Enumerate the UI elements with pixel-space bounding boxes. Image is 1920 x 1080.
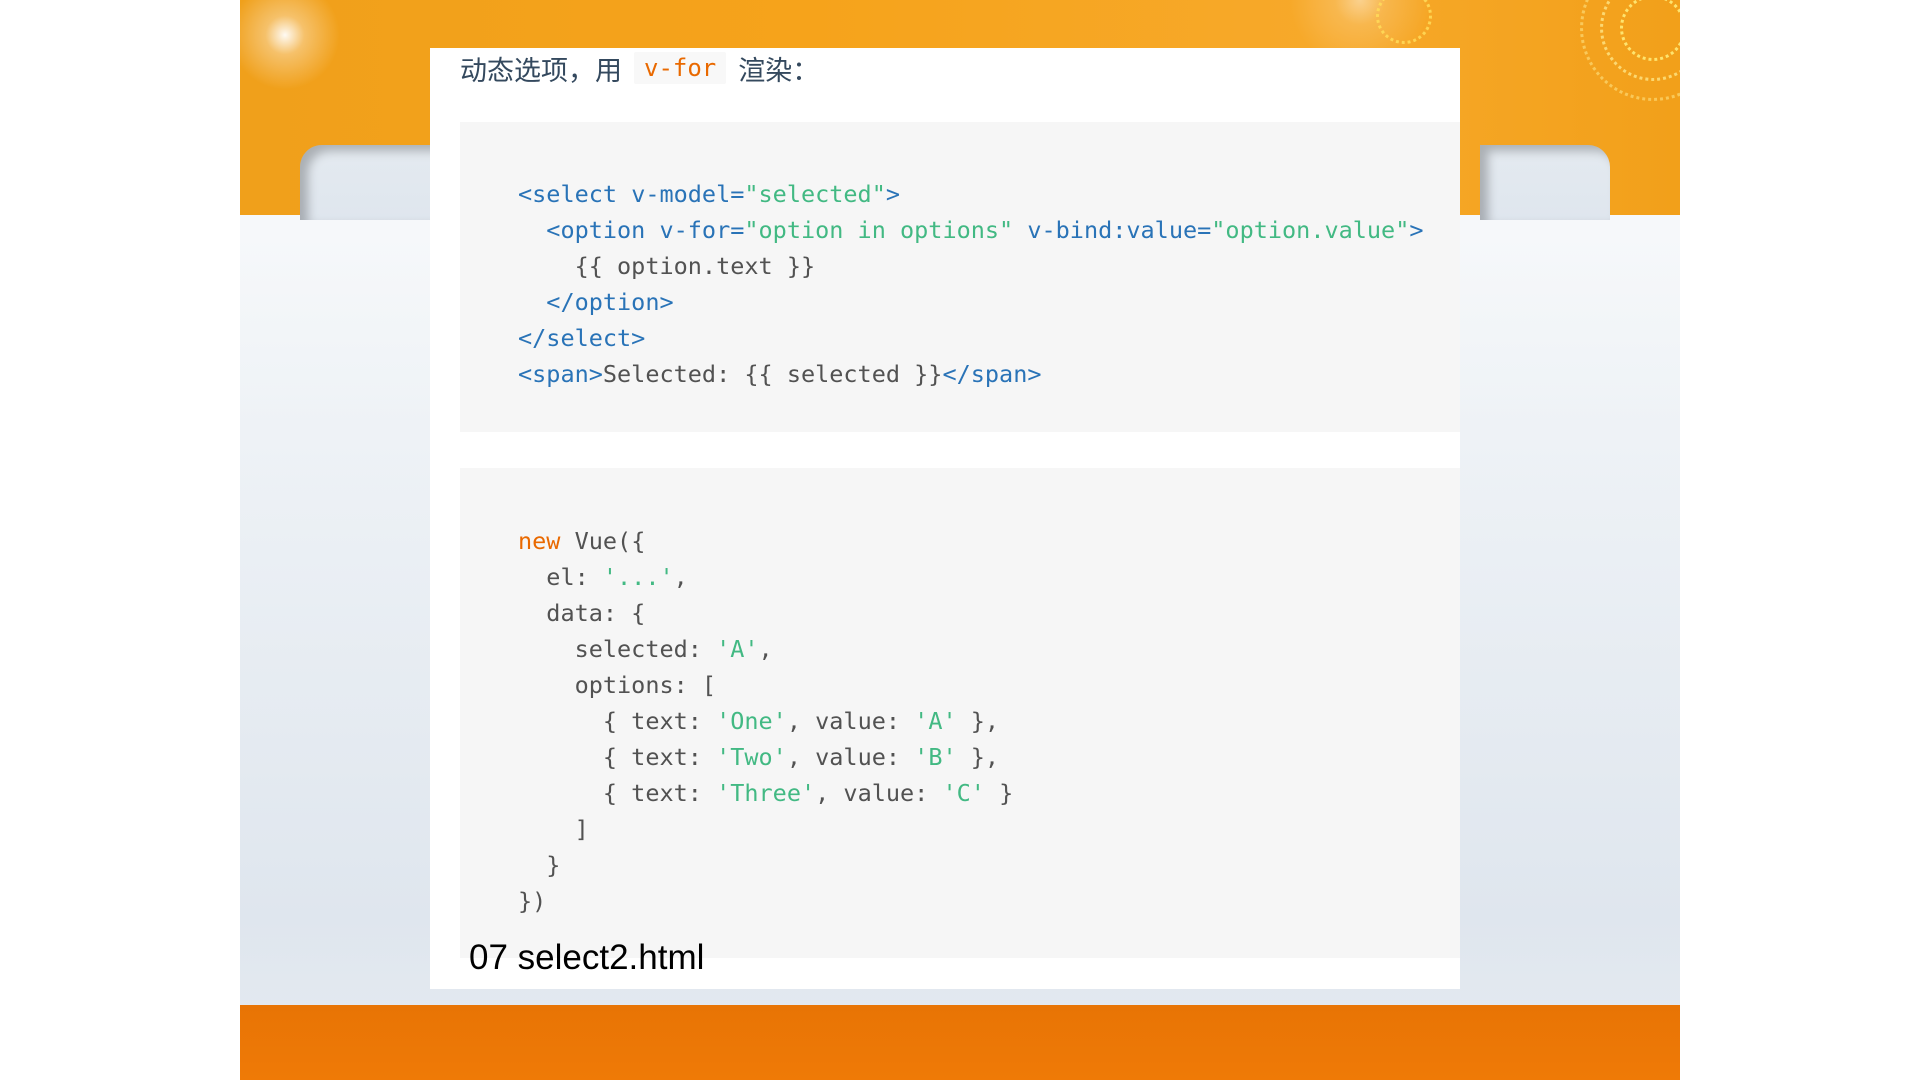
code-token: 'Two' — [716, 743, 787, 771]
code-token: > — [885, 180, 901, 208]
code-token: '...' — [602, 563, 674, 591]
code-line: { text: 'Two', value: 'B' }, — [518, 743, 999, 771]
js-code: new Vue({ el: '...', data: { selected: '… — [518, 523, 1013, 919]
code-token: "option.value" — [1211, 216, 1410, 244]
code-token: , value: — [786, 743, 915, 771]
js-code-block: new Vue({ el: '...', data: { selected: '… — [460, 468, 1460, 958]
light-flare — [240, 0, 340, 90]
intro-before: 动态选项，用 — [460, 55, 622, 87]
code-line: <select v-model="selected"> — [518, 180, 900, 208]
code-line: selected: 'A', — [518, 635, 773, 663]
code-token: , value: — [815, 779, 943, 807]
code-token: 'B' — [914, 743, 957, 771]
code-token: el: — [518, 563, 603, 591]
code-token: 'Three' — [716, 779, 816, 807]
code-token: Selected: {{ selected }} — [602, 360, 943, 388]
code-line: ] — [518, 815, 589, 843]
code-line: } — [518, 851, 561, 879]
code-line: { text: 'Three', value: 'C' } — [518, 779, 1013, 807]
slide: 动态选项，用 v-for 渲染： <select v-model="select… — [240, 0, 1680, 1080]
code-token: "option in options" — [744, 216, 1014, 244]
code-token: <option — [518, 216, 660, 244]
banner-notch — [1480, 145, 1610, 220]
code-token: { text: — [518, 707, 717, 735]
code-token: > — [1409, 216, 1424, 244]
code-line: data: { — [518, 599, 646, 627]
code-line: {{ option.text }} — [518, 252, 816, 280]
code-token: , value: — [786, 707, 915, 735]
intro-after: 渲染： — [738, 55, 820, 87]
code-token: 'C' — [942, 779, 985, 807]
code-token: 'A' — [914, 707, 957, 735]
code-token: "selected" — [744, 180, 886, 208]
code-token: { text: — [518, 779, 717, 807]
code-token: }, — [956, 743, 1000, 771]
footer-band — [240, 1005, 1680, 1080]
code-line: new Vue({ — [518, 527, 645, 555]
code-token: } — [984, 779, 1014, 807]
code-line: </option> — [518, 288, 674, 316]
code-token: <span> — [518, 360, 603, 388]
code-token: v-model= — [631, 180, 745, 208]
code-line: el: '...', — [518, 563, 688, 591]
code-token: 'A' — [716, 635, 759, 663]
code-token: Vue({ — [560, 527, 646, 555]
content-panel: 动态选项，用 v-for 渲染： <select v-model="select… — [430, 48, 1460, 989]
html-code-block: <select v-model="selected"> <option v-fo… — [460, 122, 1460, 432]
code-line: </select> — [518, 324, 646, 352]
code-token: 'One' — [716, 707, 787, 735]
code-token: { text: — [518, 743, 717, 771]
code-token: <select — [518, 180, 632, 208]
code-line: }) — [518, 887, 547, 915]
intro-text: 动态选项，用 v-for 渲染： — [460, 48, 819, 88]
banner-notch — [300, 145, 440, 220]
code-token: v-for= — [659, 216, 745, 244]
code-line: options: [ — [518, 671, 717, 699]
file-caption: 07 select2.html — [469, 938, 705, 977]
code-token: }, — [956, 707, 1000, 735]
code-line: { text: 'One', value: 'A' }, — [518, 707, 999, 735]
sun-ornament — [1580, 0, 1680, 101]
code-token: , — [758, 635, 773, 663]
code-token: selected: — [518, 635, 717, 663]
code-token: v-bind:value= — [1013, 216, 1212, 244]
code-token: new — [518, 527, 561, 555]
code-token: </span> — [942, 360, 1042, 388]
code-line: <option v-for="option in options" v-bind… — [518, 216, 1424, 244]
code-token: , — [673, 563, 688, 591]
html-code: <select v-model="selected"> <option v-fo… — [518, 176, 1424, 392]
code-line: <span>Selected: {{ selected }}</span> — [518, 360, 1042, 388]
inline-code: v-for — [634, 52, 727, 84]
